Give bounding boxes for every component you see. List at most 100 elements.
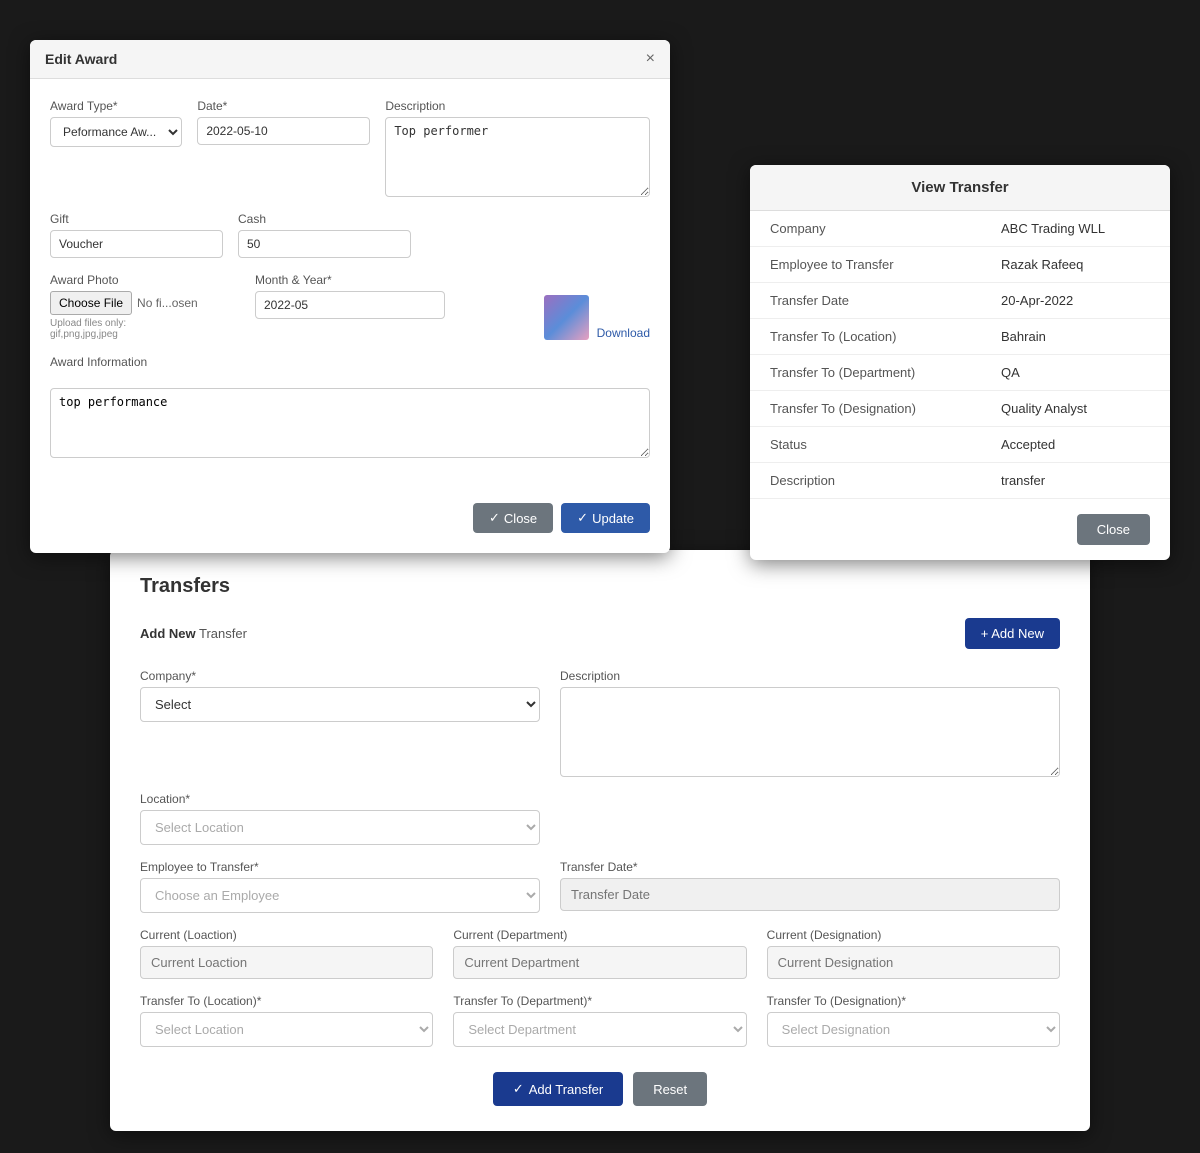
transfer-to-location-label: Transfer To (Location)*: [140, 994, 433, 1008]
description-label: Description: [385, 99, 650, 113]
month-year-input[interactable]: [255, 291, 445, 319]
award-row-4: Award Information: [50, 355, 650, 458]
view-transfer-close-btn[interactable]: Close: [1077, 514, 1150, 545]
vt-row-label: Status: [750, 427, 981, 463]
award-info-textarea[interactable]: [50, 388, 650, 458]
gift-label: Gift: [50, 212, 223, 226]
vt-row-label: Transfer To (Designation): [750, 391, 981, 427]
description-spacer: [426, 212, 650, 258]
award-type-group: Award Type* Peformance Aw...: [50, 99, 182, 197]
gift-input[interactable]: [50, 230, 223, 258]
choose-file-btn[interactable]: Choose File: [50, 291, 132, 315]
location-label: Location*: [140, 792, 540, 806]
transfer-to-location-select[interactable]: Select Location: [140, 1012, 433, 1047]
vt-row-label: Transfer To (Department): [750, 355, 981, 391]
cash-group: Cash: [238, 212, 411, 258]
award-row-2: Gift Cash: [50, 212, 650, 258]
transfer-date-input[interactable]: [560, 878, 1060, 911]
award-photo-label: Award Photo: [50, 273, 240, 287]
award-info-label: Award Information: [50, 355, 650, 369]
view-transfer-modal: View Transfer CompanyABC Trading WLLEmpl…: [750, 165, 1170, 560]
vt-row-label: Transfer To (Location): [750, 319, 981, 355]
add-new-label: Add New Transfer: [140, 626, 247, 641]
award-preview-image: [544, 295, 589, 340]
current-dept-group: Current (Department): [453, 928, 746, 979]
employee-label: Employee to Transfer*: [140, 860, 540, 874]
transfer-to-desig-group: Transfer To (Designation)* Select Design…: [767, 994, 1060, 1047]
vt-row-label: Company: [750, 211, 981, 247]
vt-row-label: Employee to Transfer: [750, 247, 981, 283]
vt-row-label: Description: [750, 463, 981, 499]
cash-input[interactable]: [238, 230, 411, 258]
preview-download-group: Download: [460, 273, 650, 340]
transfer-to-desig-select[interactable]: Select Designation: [767, 1012, 1060, 1047]
tf-row-4: Current (Loaction) Current (Department) …: [140, 928, 1060, 979]
reset-btn[interactable]: Reset: [633, 1072, 707, 1106]
current-dept-input: [453, 946, 746, 979]
gift-group: Gift: [50, 212, 223, 258]
employee-group: Employee to Transfer* Choose an Employee: [140, 860, 540, 913]
award-row-1: Award Type* Peformance Aw... Date* Descr…: [50, 99, 650, 197]
view-transfer-table: CompanyABC Trading WLLEmployee to Transf…: [750, 211, 1170, 499]
tf-description-textarea[interactable]: [560, 687, 1060, 777]
view-transfer-row: Transfer Date20-Apr-2022: [750, 283, 1170, 319]
vt-row-value: Quality Analyst: [981, 391, 1170, 427]
transfer-to-location-group: Transfer To (Location)* Select Location: [140, 994, 433, 1047]
current-dept-label: Current (Department): [453, 928, 746, 942]
add-new-bar: Add New Transfer + Add New: [140, 618, 1060, 649]
date-label: Date*: [197, 99, 370, 113]
vt-row-value: Bahrain: [981, 319, 1170, 355]
view-transfer-header: View Transfer: [750, 165, 1170, 211]
current-location-label: Current (Loaction): [140, 928, 433, 942]
edit-award-title: Edit Award: [45, 51, 117, 67]
date-input[interactable]: [197, 117, 370, 145]
view-transfer-row: Employee to TransferRazak Rafeeq: [750, 247, 1170, 283]
vt-row-value: transfer: [981, 463, 1170, 499]
file-input-row: Choose File No fi...osen: [50, 291, 240, 315]
edit-award-close-x-btn[interactable]: ×: [646, 50, 655, 68]
view-transfer-row: Transfer To (Department)QA: [750, 355, 1170, 391]
cash-label: Cash: [238, 212, 411, 226]
vt-row-value: QA: [981, 355, 1170, 391]
current-desig-group: Current (Designation): [767, 928, 1060, 979]
tf-row-3: Employee to Transfer* Choose an Employee…: [140, 860, 1060, 913]
employee-select[interactable]: Choose an Employee: [140, 878, 540, 913]
location-group: Location* Select Location: [140, 792, 540, 845]
description-group: Description: [385, 99, 650, 197]
award-row-3: Award Photo Choose File No fi...osen Upl…: [50, 273, 650, 340]
vt-row-value: 20-Apr-2022: [981, 283, 1170, 319]
view-transfer-row: Descriptiontransfer: [750, 463, 1170, 499]
vt-row-value: ABC Trading WLL: [981, 211, 1170, 247]
edit-award-close-btn[interactable]: ✓ Close: [473, 503, 553, 533]
transfer-to-dept-select[interactable]: Select Department: [453, 1012, 746, 1047]
transfers-panel: Transfers Add New Transfer + Add New Com…: [110, 550, 1090, 1131]
award-type-label: Award Type*: [50, 99, 182, 113]
view-transfer-row: CompanyABC Trading WLL: [750, 211, 1170, 247]
edit-award-update-btn[interactable]: ✓ Update: [561, 503, 650, 533]
edit-award-footer: ✓ Close ✓ Update: [30, 493, 670, 553]
current-desig-label: Current (Designation): [767, 928, 1060, 942]
location-select[interactable]: Select Location: [140, 810, 540, 845]
view-transfer-row: Transfer To (Location)Bahrain: [750, 319, 1170, 355]
current-location-input: [140, 946, 433, 979]
vt-row-label: Transfer Date: [750, 283, 981, 319]
tf-row-5: Transfer To (Location)* Select Location …: [140, 994, 1060, 1047]
transfers-form: Company* Select Description Location* Se…: [140, 669, 1060, 1106]
company-label: Company*: [140, 669, 540, 683]
description-textarea[interactable]: [385, 117, 650, 197]
add-new-btn[interactable]: + Add New: [965, 618, 1060, 649]
current-location-group: Current (Loaction): [140, 928, 433, 979]
edit-award-body: Award Type* Peformance Aw... Date* Descr…: [30, 79, 670, 493]
tf-row-1: Company* Select Description: [140, 669, 1060, 777]
month-year-group: Month & Year*: [255, 273, 445, 340]
add-transfer-check-icon: ✓: [513, 1081, 524, 1097]
view-transfer-row: StatusAccepted: [750, 427, 1170, 463]
award-type-select[interactable]: Peformance Aw...: [50, 117, 182, 147]
download-link[interactable]: Download: [597, 326, 650, 340]
award-photo-group: Award Photo Choose File No fi...osen Upl…: [50, 273, 240, 340]
close-check-icon: ✓: [489, 510, 500, 526]
view-transfer-footer: Close: [750, 499, 1170, 560]
upload-hint: Upload files only: gif,png,jpg,jpeg: [50, 318, 240, 340]
company-select[interactable]: Select: [140, 687, 540, 722]
add-transfer-btn[interactable]: ✓ Add Transfer: [493, 1072, 623, 1106]
